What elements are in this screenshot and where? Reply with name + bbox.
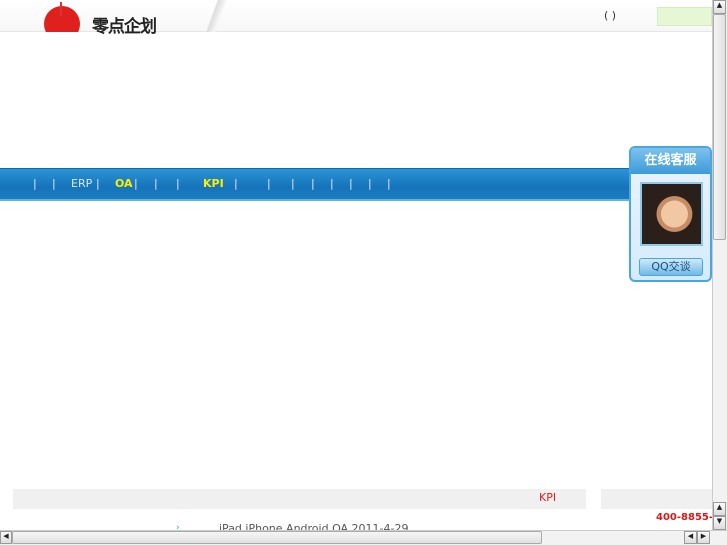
scroll-up-icon[interactable]: ▲ (713, 0, 726, 14)
scroll-right-icon[interactable]: ▶ (697, 531, 710, 544)
nav-separator: | (33, 177, 37, 190)
nav-separator: | (368, 177, 372, 190)
header-swoosh-decoration (165, 0, 240, 32)
nav-item-oa[interactable]: OA (115, 177, 133, 190)
nav-separator: | (267, 177, 271, 190)
horizontal-scroll-thumb[interactable] (12, 531, 542, 544)
nav-separator: | (311, 177, 315, 190)
logo-text[interactable]: 零点企划 (92, 12, 157, 37)
nav-separator: | (387, 177, 391, 190)
content-bar (13, 489, 586, 509)
nav-separator: | (96, 177, 100, 190)
nav-separator: | (176, 177, 180, 190)
header-green-box[interactable] (657, 7, 712, 26)
side-bar (601, 489, 712, 509)
main-nav: | | ERP | OA | | | KPI | | | | | | | | (0, 168, 712, 201)
nav-separator: | (52, 177, 56, 190)
logo-icon (44, 6, 80, 32)
header-paren-text: ( ) (604, 9, 617, 22)
nav-separator: | (234, 177, 238, 190)
nav-item-kpi[interactable]: KPI (203, 177, 224, 190)
service-agent-avatar (640, 182, 703, 246)
kpi-link[interactable]: KPI (539, 491, 556, 504)
service-title: 在线客服 (631, 148, 710, 174)
phone-number: 400-8855-8 (656, 512, 720, 523)
scroll-down-icon[interactable]: ▼ (713, 516, 726, 530)
qq-chat-button[interactable]: QQ交谈 (639, 258, 703, 276)
scroll-left-icon[interactable]: ◀ (684, 531, 697, 544)
scroll-up-icon[interactable]: ▲ (713, 502, 726, 516)
nav-separator: | (330, 177, 334, 190)
logo-crosshair (60, 2, 62, 16)
online-service-panel: 在线客服 QQ交谈 (629, 146, 712, 282)
scroll-left-icon[interactable]: ◀ (0, 531, 12, 544)
nav-item-erp[interactable]: ERP (71, 177, 92, 190)
nav-separator: | (349, 177, 353, 190)
nav-separator: | (154, 177, 158, 190)
nav-separator: | (291, 177, 295, 190)
nav-separator: | (134, 177, 138, 190)
vertical-scroll-thumb[interactable] (713, 14, 726, 240)
